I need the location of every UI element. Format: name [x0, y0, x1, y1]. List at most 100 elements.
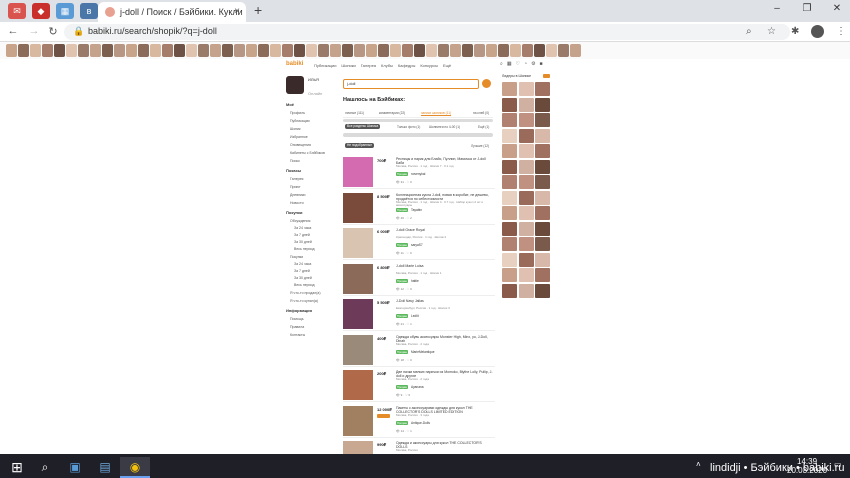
sidebar-item[interactable]: Весь период: [286, 283, 338, 287]
nav-link[interactable]: Конкурсы: [420, 63, 438, 68]
pinned-tab-vk[interactable]: в: [80, 3, 98, 19]
user-avatar-thumb[interactable]: [522, 44, 533, 57]
filter-shopping[interactable]: Шоппинги по 4-00 (1): [429, 125, 460, 129]
listing-photo[interactable]: [343, 405, 373, 436]
leader-thumb[interactable]: [518, 190, 534, 205]
listing-seller[interactable]: novenykai: [411, 172, 425, 176]
leader-thumb[interactable]: [535, 113, 550, 127]
leader-thumb[interactable]: [518, 159, 534, 174]
user-avatar-thumb[interactable]: [90, 44, 101, 57]
listing-photo[interactable]: [343, 157, 373, 187]
leader-thumb[interactable]: [502, 82, 517, 96]
user-avatar-thumb[interactable]: [318, 44, 329, 57]
sidebar-item[interactable]: За 7 дней: [286, 233, 338, 237]
pinned-tab-2[interactable]: ◆: [32, 3, 50, 19]
leader-thumb[interactable]: [502, 221, 517, 236]
leader-thumb[interactable]: [518, 144, 534, 158]
sidebar-item[interactable]: Весь период: [286, 247, 338, 251]
leader-thumb[interactable]: [535, 159, 550, 174]
user-avatar-thumb[interactable]: [114, 44, 125, 57]
listing-seller[interactable]: Tayabin: [411, 208, 422, 212]
nav-link[interactable]: Клубы: [381, 63, 393, 68]
listing-title[interactable]: J-doll Grace Royal: [396, 228, 494, 232]
leader-thumb[interactable]: [502, 283, 517, 298]
tab-other[interactable]: на клей (0): [473, 111, 489, 115]
chrome-icon[interactable]: ◉: [120, 457, 150, 478]
sidebar-item[interactable]: Публикации: [286, 119, 338, 123]
search-input[interactable]: j-doll: [343, 79, 479, 89]
user-avatar-thumb[interactable]: [162, 44, 173, 57]
user-avatar-thumb[interactable]: [126, 44, 137, 57]
leader-thumb[interactable]: [535, 82, 550, 96]
user-avatar-thumb[interactable]: [402, 44, 413, 57]
sidebar-item[interactable]: Оповещения: [286, 143, 338, 147]
sidebar-item[interactable]: Помощь: [286, 317, 338, 321]
user-avatar-thumb[interactable]: [546, 44, 557, 57]
leader-thumb[interactable]: [518, 128, 534, 143]
pinned-tab-3[interactable]: ▦: [56, 3, 74, 19]
user-avatar-thumb[interactable]: [150, 44, 161, 57]
leader-thumb[interactable]: [518, 113, 534, 127]
leader-thumb[interactable]: [518, 237, 534, 251]
address-bar[interactable]: 🔒 babiki.ru/search/shopik/?q=j-doll: [64, 24, 790, 40]
listing-photo[interactable]: [343, 192, 373, 223]
listing-item[interactable]: 8 500₽ Коллекционная кукла J-doll, новая…: [343, 191, 495, 225]
listing-photo[interactable]: [343, 370, 373, 400]
user-avatar-thumb[interactable]: [558, 44, 569, 57]
leader-thumb[interactable]: [535, 144, 550, 158]
sidebar-item[interactable]: Контакты: [286, 333, 338, 337]
active-tab[interactable]: j-doll / Поиск / Бэйбики. Кукли ×: [98, 2, 246, 22]
user-avatar-thumb[interactable]: [438, 44, 449, 57]
heart-icon[interactable]: ♡: [516, 61, 520, 67]
leader-thumb[interactable]: [502, 268, 517, 282]
listing-item[interactable]: 200₽ Две пачки мелких парички из Momoko,…: [343, 368, 495, 402]
sidebar-item[interactable]: Обсуждения: [286, 219, 338, 223]
user-avatar-thumb[interactable]: [414, 44, 425, 57]
user-avatar-thumb[interactable]: [270, 44, 281, 57]
search-icon[interactable]: ⌕: [746, 26, 752, 37]
settings-icon[interactable]: ⚙: [531, 61, 535, 67]
leader-thumb[interactable]: [518, 268, 534, 282]
user-avatar-thumb[interactable]: [426, 44, 437, 57]
menu-kebab-icon[interactable]: ⋮: [836, 26, 846, 37]
user-avatar-thumb[interactable]: [306, 44, 317, 57]
listing-photo[interactable]: [343, 228, 373, 258]
user-avatar-thumb[interactable]: [42, 44, 53, 57]
sort-unpicked[interactable]: Не подобранные: [345, 143, 374, 148]
listing-item[interactable]: 6 000₽ J-doll Grace Royal Краснодар, Рос…: [343, 226, 495, 260]
pinned-tab-mail[interactable]: ✉: [8, 3, 26, 19]
leader-thumb[interactable]: [535, 175, 550, 189]
leader-thumb[interactable]: [502, 190, 517, 205]
back-icon[interactable]: ←: [6, 25, 20, 37]
user-name[interactable]: ИЛЬЯ Онлайн: [308, 77, 322, 96]
listing-photo[interactable]: [343, 299, 373, 329]
leader-thumb[interactable]: [518, 283, 534, 298]
leader-thumb[interactable]: [535, 268, 550, 282]
user-avatar-thumb[interactable]: [282, 44, 293, 57]
sidebar-item[interactable]: Избранное: [286, 135, 338, 139]
reload-icon[interactable]: ↻: [46, 25, 60, 38]
listing-item[interactable]: 5 500₽ J-Doll Navy Jallas Екатеринбург, …: [343, 297, 495, 331]
leader-thumb[interactable]: [518, 82, 534, 96]
user-avatar-thumb[interactable]: [366, 44, 377, 57]
sidebar-item[interactable]: За 24 часа: [286, 226, 338, 230]
leader-thumb[interactable]: [502, 175, 517, 189]
search-icon[interactable]: ⌕: [30, 457, 60, 478]
user-avatar-thumb[interactable]: [66, 44, 77, 57]
user-avatar[interactable]: [286, 76, 304, 94]
nav-link[interactable]: Кафедры: [398, 63, 415, 68]
listing-item[interactable]: 700₽ Ресницы и парик для Блайс, Пуллип, …: [343, 155, 495, 189]
sidebar-item[interactable]: Поиск: [286, 159, 338, 163]
sort-best[interactable]: Лучшие (12): [471, 144, 489, 148]
user-mini-icon[interactable]: ■: [540, 61, 543, 67]
listing-item[interactable]: 6 800₽ J-doll Marie Luisa Москва, Россия…: [343, 262, 495, 296]
sidebar-item[interactable]: За 7 дней: [286, 269, 338, 273]
user-avatar-thumb[interactable]: [534, 44, 545, 57]
gallery-icon[interactable]: ▦: [507, 61, 512, 67]
listing-item[interactable]: 12 000₽ Пакеты с аксессуарами одежды для…: [343, 404, 495, 438]
sidebar-item[interactable]: Профиль: [286, 111, 338, 115]
leader-thumb[interactable]: [535, 97, 550, 112]
user-avatar-thumb[interactable]: [498, 44, 509, 57]
sidebar-item[interactable]: Покупки: [286, 255, 338, 259]
bookmark-star-icon[interactable]: ☆: [767, 26, 776, 37]
